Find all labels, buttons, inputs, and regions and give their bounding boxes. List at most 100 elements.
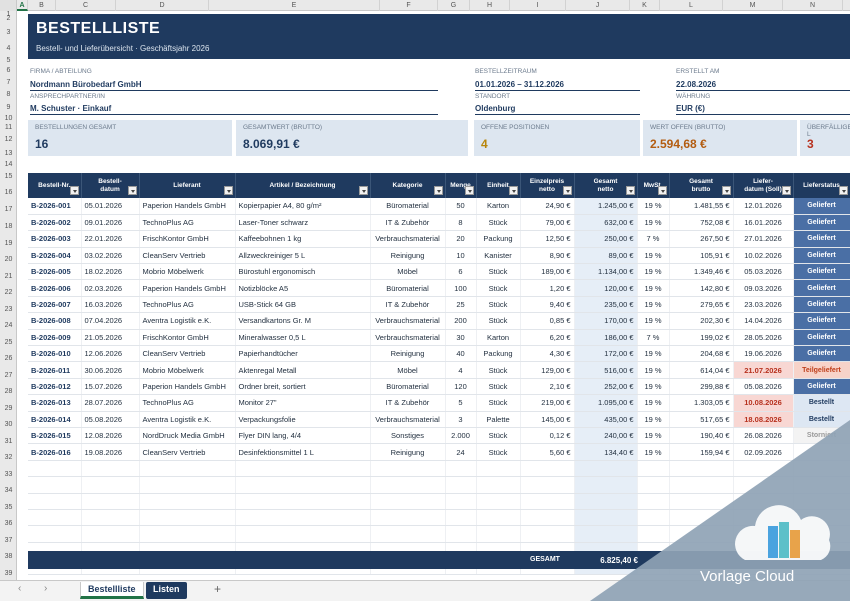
filter-dropdown-icon[interactable]: [69, 186, 79, 195]
row-header-28[interactable]: 28: [0, 388, 17, 395]
table-cell[interactable]: Verpackungsfolie: [235, 411, 371, 428]
table-cell[interactable]: [445, 460, 477, 478]
table-cell[interactable]: TechnoPlus AG: [139, 296, 236, 314]
table-cell[interactable]: [476, 460, 521, 478]
filter-dropdown-icon[interactable]: [464, 186, 474, 195]
table-cell[interactable]: Karton: [476, 198, 521, 215]
table-cell[interactable]: [28, 525, 82, 543]
table-cell[interactable]: 12.06.2026: [81, 345, 140, 363]
table-cell[interactable]: Büromaterial: [370, 198, 446, 215]
column-1-header[interactable]: Bestell-Nr.: [28, 173, 82, 198]
row-header-20[interactable]: 20: [0, 256, 17, 263]
table-cell[interactable]: [637, 476, 670, 494]
erstellt-value[interactable]: 22.08.2026: [676, 80, 850, 91]
table-cell[interactable]: Stück: [476, 296, 521, 314]
table-cell[interactable]: B-2026-008: [28, 312, 82, 330]
table-cell[interactable]: [28, 476, 82, 494]
table-cell[interactable]: [574, 476, 638, 494]
table-cell[interactable]: [793, 509, 850, 527]
table-cell[interactable]: 752,08 €: [669, 214, 734, 232]
table-cell[interactable]: B-2026-016: [28, 443, 82, 461]
table-cell[interactable]: 204,68 €: [669, 345, 734, 363]
table-cell[interactable]: Ordner breit, sortiert: [235, 378, 371, 396]
table-cell[interactable]: 21.07.2026: [733, 361, 794, 379]
table-cell[interactable]: 6,20 €: [520, 329, 575, 347]
table-cell[interactable]: Aktenregal Metall: [235, 361, 371, 379]
table-cell[interactable]: Verbrauchsmaterial: [370, 230, 446, 248]
table-cell[interactable]: [520, 460, 575, 478]
filter-dropdown-icon[interactable]: [508, 186, 518, 195]
table-cell[interactable]: B-2026-014: [28, 411, 82, 428]
row-header-14[interactable]: 14: [0, 161, 17, 168]
table-cell[interactable]: 28.05.2026: [733, 329, 794, 347]
table-row[interactable]: B-2026-016 19.08.2026 CleanServ Vertrieb De…: [28, 443, 850, 461]
filter-dropdown-icon[interactable]: [562, 186, 572, 195]
table-cell[interactable]: Verbrauchsmaterial: [370, 411, 446, 428]
table-cell[interactable]: 7 %: [637, 329, 670, 347]
column-3-header[interactable]: Lieferant: [139, 173, 236, 198]
table-cell[interactable]: B-2026-002: [28, 214, 82, 232]
table-cell[interactable]: [476, 476, 521, 494]
table-cell[interactable]: 202,30 €: [669, 312, 734, 330]
table-cell[interactable]: B-2026-012: [28, 378, 82, 396]
table-cell[interactable]: 134,40 €: [574, 443, 638, 461]
prev-sheet-icon[interactable]: ‹: [18, 583, 21, 594]
table-cell[interactable]: 172,00 €: [574, 345, 638, 363]
table-row[interactable]: [28, 493, 850, 510]
table-cell[interactable]: 1.095,00 €: [574, 394, 638, 412]
table-cell[interactable]: 03.02.2026: [81, 247, 140, 265]
table-cell[interactable]: 190,40 €: [669, 427, 734, 445]
row-header-37[interactable]: 37: [0, 537, 17, 544]
row-header-23[interactable]: 23: [0, 306, 17, 313]
table-cell[interactable]: Karton: [476, 329, 521, 347]
table-cell[interactable]: 89,00 €: [574, 247, 638, 265]
column-header-f[interactable]: F: [380, 0, 438, 11]
add-sheet-icon[interactable]: +: [214, 582, 221, 596]
table-cell[interactable]: [476, 509, 521, 527]
table-cell[interactable]: Desinfektionsmittel 1 L: [235, 443, 371, 461]
table-cell[interactable]: Storniert: [793, 427, 850, 445]
table-cell[interactable]: Sonstiges: [370, 427, 446, 445]
row-header-36[interactable]: 36: [0, 520, 17, 527]
table-cell[interactable]: Stück: [476, 312, 521, 330]
table-cell[interactable]: 19 %: [637, 247, 670, 265]
table-cell[interactable]: Mobrio Möbelwerk: [139, 361, 236, 379]
table-cell[interactable]: 27.01.2026: [733, 230, 794, 248]
table-cell[interactable]: [669, 460, 734, 478]
table-cell[interactable]: B-2026-004: [28, 247, 82, 265]
table-row[interactable]: [28, 525, 850, 543]
table-cell[interactable]: Stück: [476, 427, 521, 445]
table-row[interactable]: B-2026-006 02.03.2026 Paperion Handels Gmb…: [28, 279, 850, 297]
column-7-header[interactable]: Einheit: [476, 173, 521, 198]
table-cell[interactable]: 18.08.2026: [733, 411, 794, 428]
table-cell[interactable]: Reinigung: [370, 345, 446, 363]
table-cell[interactable]: 159,94 €: [669, 443, 734, 461]
table-cell[interactable]: Stück: [476, 214, 521, 232]
tab-listen[interactable]: Listen: [146, 582, 187, 599]
table-cell[interactable]: 05.01.2026: [81, 198, 140, 215]
table-cell[interactable]: 10.02.2026: [733, 247, 794, 265]
column-4-header[interactable]: Artikel / Bezeichnung: [235, 173, 371, 198]
table-cell[interactable]: 299,88 €: [669, 378, 734, 396]
table-row[interactable]: B-2026-002 09.01.2026 TechnoPlus AG Laser-T…: [28, 214, 850, 232]
table-cell[interactable]: Reinigung: [370, 247, 446, 265]
column-header-k[interactable]: K: [630, 0, 660, 11]
column-header-i[interactable]: I: [510, 0, 566, 11]
table-cell[interactable]: 8: [445, 214, 477, 232]
column-12-header[interactable]: Liefer- datum (Soll): [733, 173, 794, 198]
table-cell[interactable]: [235, 460, 371, 478]
row-header-16[interactable]: 16: [0, 189, 17, 196]
table-cell[interactable]: 100: [445, 279, 477, 297]
table-cell[interactable]: [81, 509, 140, 527]
column-8-header[interactable]: Einzelpreis netto: [520, 173, 575, 198]
table-cell[interactable]: Büromaterial: [370, 378, 446, 396]
table-cell[interactable]: Papierhandtücher: [235, 345, 371, 363]
row-header-8[interactable]: 8: [0, 91, 17, 98]
column-9-header[interactable]: Gesamt netto: [574, 173, 638, 198]
table-cell[interactable]: 24,90 €: [520, 198, 575, 215]
table-cell[interactable]: 30.06.2026: [81, 361, 140, 379]
table-cell[interactable]: [669, 509, 734, 527]
table-cell[interactable]: Paperion Handels GmbH: [139, 198, 236, 215]
table-cell[interactable]: 435,00 €: [574, 411, 638, 428]
table-cell[interactable]: [520, 476, 575, 494]
